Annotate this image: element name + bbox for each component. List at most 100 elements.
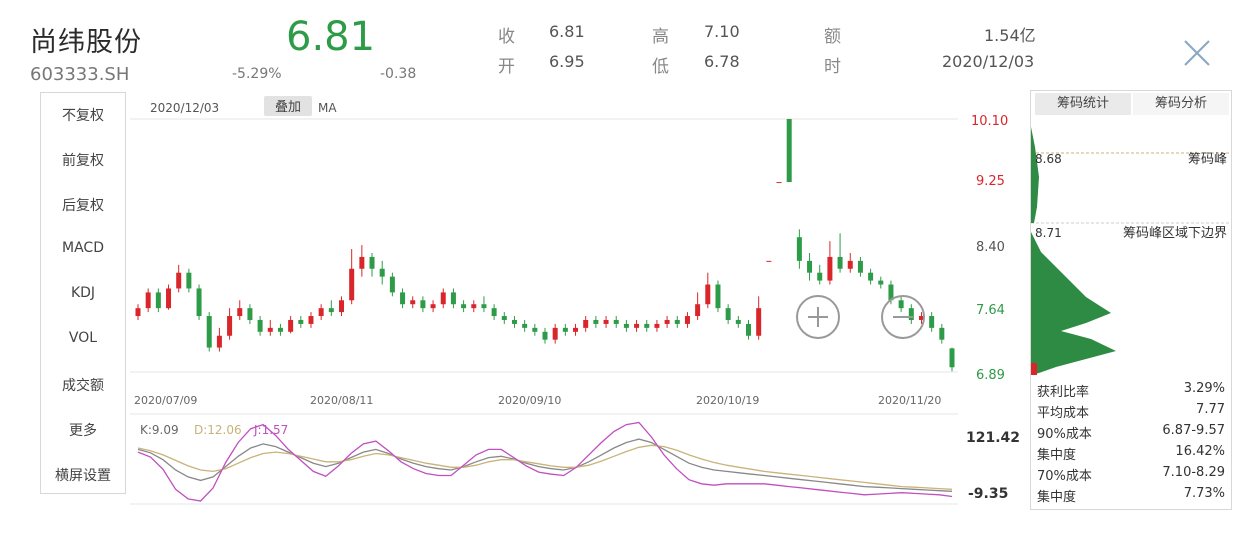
y-tick-label: 8.40 (976, 240, 1005, 255)
change-amount: -0.38 (380, 66, 417, 82)
amount-label: 额 (824, 27, 841, 47)
candle-body (349, 268, 355, 301)
candle-body (735, 319, 741, 324)
price-chart[interactable]: 2020/12/03 叠加 MA 10.10 9.25 8.40 7.64 6.… (130, 92, 1030, 512)
candle-body (705, 284, 711, 305)
candle-body (318, 308, 324, 317)
kdj-legend-j: J:1.57 (253, 423, 288, 437)
stat-cost-90: 90%成本 6.87-9.57 (1037, 423, 1225, 444)
menu-more[interactable]: 更多 (41, 420, 125, 440)
candle-body (227, 316, 233, 336)
candle-body (155, 292, 161, 309)
tab-chip-stats[interactable]: 筹码统计 (1035, 93, 1131, 115)
candle-body (796, 237, 802, 261)
kdj-legend-d: D:12.06 (194, 423, 242, 437)
candle-body (898, 300, 904, 309)
candle-body (532, 327, 538, 332)
candle-body (583, 319, 589, 328)
menu-backward-adjust[interactable]: 后复权 (41, 195, 125, 215)
y-tick-label: 10.10 (971, 114, 1008, 129)
candle-body (145, 292, 151, 309)
candle-body (868, 272, 874, 281)
stat-value: 6.87-9.57 (1162, 423, 1225, 438)
y-tick-label: 9.25 (976, 174, 1005, 189)
menu-turnover[interactable]: 成交额 (41, 375, 125, 395)
candle-body (664, 319, 670, 324)
candle-body (654, 323, 660, 328)
candle-body (389, 276, 395, 293)
tab-chip-analysis[interactable]: 筹码分析 (1133, 93, 1229, 115)
candle-body (501, 316, 507, 320)
menu-kdj[interactable]: KDJ (41, 285, 125, 301)
chip-panel: 筹码统计 筹码分析 8.68 筹码峰 8.71 筹码峰区域下边界 获利比率 3.2… (1030, 90, 1232, 510)
stat-label: 70%成本 (1037, 469, 1092, 484)
menu-forward-adjust[interactable]: 前复权 (41, 150, 125, 170)
candle-body (440, 292, 446, 305)
candle-body (186, 272, 192, 289)
chip-lower-price: 8.71 (1035, 226, 1062, 240)
menu-vol[interactable]: VOL (41, 330, 125, 346)
candle-body (257, 319, 263, 332)
ma-label: MA (318, 101, 337, 115)
candle-body (684, 316, 690, 324)
stat-value: 16.42% (1175, 444, 1225, 459)
x-tick-label: 2020/08/11 (310, 394, 373, 407)
overlay-button-label[interactable]: 叠加 (275, 100, 301, 115)
x-tick-label: 2020/10/19 (696, 394, 759, 407)
open-value: 6.95 (549, 52, 585, 71)
candle-body (766, 260, 772, 262)
candle-body (756, 308, 762, 336)
x-tick-label: 2020/07/09 (134, 394, 197, 407)
candle-body (644, 323, 650, 328)
menu-landscape-settings[interactable]: 横屏设置 (41, 465, 125, 485)
kdj-y-max: 121.42 (966, 430, 1020, 446)
candle-body (400, 292, 406, 305)
close-icon[interactable] (1180, 36, 1214, 70)
candle-body (613, 319, 619, 324)
candle-body (237, 308, 243, 317)
candle-body (481, 304, 487, 309)
stat-concentration-70: 集中度 7.73% (1037, 486, 1225, 507)
candle-body (430, 304, 436, 309)
candle-body (339, 300, 344, 313)
candle-body (837, 256, 843, 269)
candle-body (695, 304, 701, 317)
time-value: 2020/12/03 (942, 52, 1035, 71)
chip-lower-label: 筹码峰区域下边界 (1123, 225, 1227, 241)
candle-body (277, 327, 283, 332)
candle-body (573, 327, 579, 332)
chart-background (130, 92, 1030, 512)
candle-body (135, 308, 141, 317)
chip-peak-price: 8.68 (1035, 152, 1062, 166)
current-price: 6.81 (286, 14, 376, 60)
stock-name: 尚纬股份 (30, 27, 142, 58)
stat-average-cost: 平均成本 7.77 (1037, 402, 1225, 423)
candle-body (542, 331, 548, 340)
candle-body (715, 284, 721, 309)
y-tick-label: 7.64 (976, 303, 1005, 318)
chip-profile-upper (1031, 127, 1039, 223)
menu-macd[interactable]: MACD (41, 240, 125, 256)
candle-body (817, 272, 823, 281)
stat-label: 平均成本 (1037, 406, 1090, 421)
candle-body (420, 300, 426, 309)
cursor-date: 2020/12/03 (150, 101, 219, 115)
stock-code: 603333.SH (30, 64, 130, 85)
candle-body (878, 280, 884, 285)
candle-body (308, 316, 314, 324)
candle-body (359, 256, 365, 269)
x-tick-label: 2020/09/10 (498, 394, 561, 407)
candle-body (847, 260, 853, 269)
stat-label: 获利比率 (1037, 385, 1090, 400)
y-tick-label: 6.89 (976, 368, 1005, 383)
candle-body (908, 308, 914, 320)
candle-body (827, 256, 833, 281)
amount-value: 1.54亿 (984, 26, 1036, 45)
x-tick-label: 2020/11/20 (878, 394, 941, 407)
menu-no-adjust[interactable]: 不复权 (41, 105, 125, 125)
stat-value: 3.29% (1183, 381, 1225, 396)
candle-body (857, 260, 863, 273)
candle-body (949, 348, 955, 368)
candle-body (929, 316, 935, 328)
chip-profile-profit (1031, 363, 1037, 375)
